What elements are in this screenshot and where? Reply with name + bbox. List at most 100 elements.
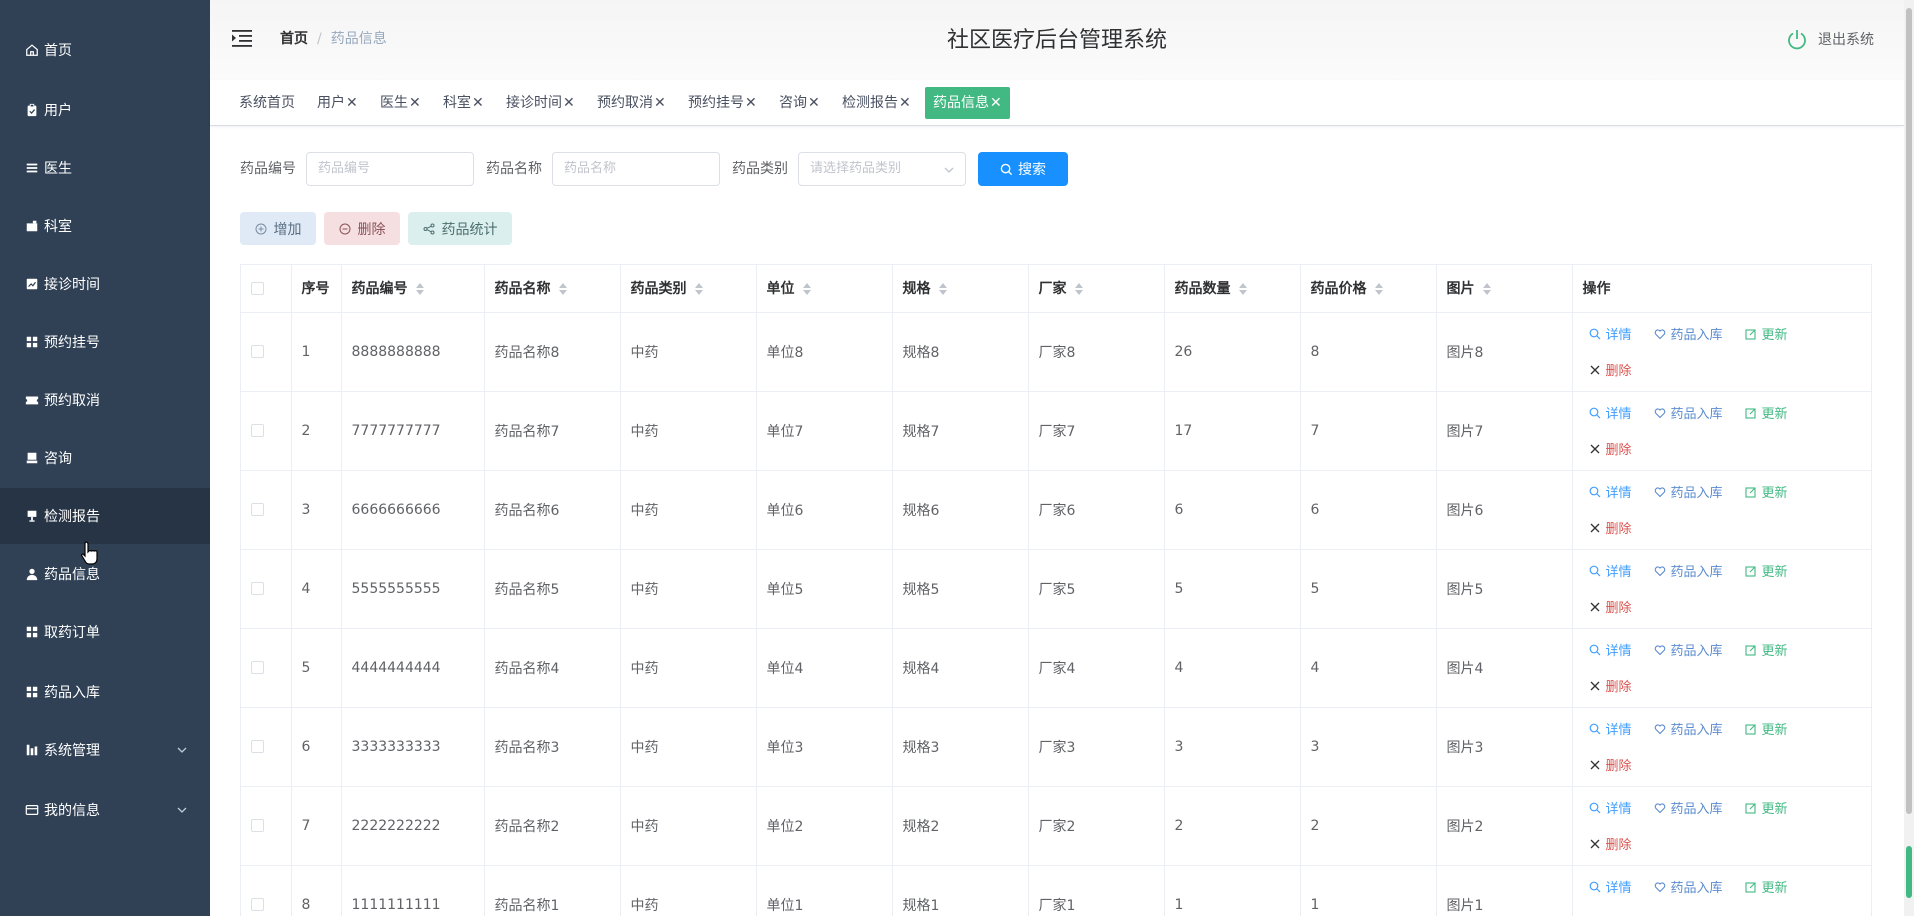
delete-button[interactable]: 删除 (324, 212, 400, 245)
col-type[interactable]: 药品类别 (620, 265, 757, 313)
col-manufacturer[interactable]: 厂家 (1028, 265, 1165, 313)
tag-medicine-info[interactable]: 药品信息✕ (925, 87, 1010, 119)
tag-doctors[interactable]: 医生✕ (380, 87, 421, 119)
tag-appointments[interactable]: 预约挂号✕ (688, 87, 757, 119)
close-icon[interactable]: ✕ (990, 95, 1002, 111)
code-input[interactable]: 药品编号 (306, 152, 474, 186)
close-icon[interactable]: ✕ (654, 95, 666, 111)
row-checkbox[interactable] (251, 740, 264, 753)
row-delete-button[interactable]: 删除 (1589, 597, 1632, 616)
tag-departments[interactable]: 科室✕ (443, 87, 484, 119)
row-delete-button[interactable]: 删除 (1589, 676, 1632, 695)
scrollbar-thumb[interactable] (1906, 8, 1912, 814)
col-image[interactable]: 图片 (1436, 265, 1573, 313)
update-button[interactable]: 更新 (1744, 640, 1788, 659)
stock-in-button[interactable]: 药品入库 (1654, 877, 1723, 896)
row-delete-button[interactable]: 删除 (1589, 439, 1632, 458)
sidebar-item-stock-in[interactable]: 药品入库 (0, 664, 210, 720)
detail-button[interactable]: 详情 (1589, 798, 1632, 817)
detail-button[interactable]: 详情 (1589, 719, 1632, 738)
tag-reports[interactable]: 检测报告✕ (842, 87, 911, 119)
sidebar-item-doctors[interactable]: 医生 (0, 140, 210, 196)
sidebar-item-reports[interactable]: 检测报告 (0, 488, 210, 544)
update-button[interactable]: 更新 (1744, 561, 1788, 580)
sidebar-item-home[interactable]: 首页 (0, 22, 210, 78)
detail-button[interactable]: 详情 (1589, 640, 1632, 659)
detail-button[interactable]: 详情 (1589, 403, 1632, 422)
stock-in-button[interactable]: 药品入库 (1654, 561, 1723, 580)
page-scrollbar[interactable] (1904, 0, 1914, 916)
row-delete-button[interactable]: 删除 (1589, 834, 1632, 853)
sort-icon[interactable] (938, 283, 947, 296)
sort-icon[interactable] (415, 283, 424, 296)
row-delete-button[interactable]: 删除 (1589, 360, 1632, 379)
col-spec[interactable]: 规格 (892, 265, 1029, 313)
close-icon[interactable]: ✕ (472, 95, 484, 111)
update-button[interactable]: 更新 (1744, 877, 1788, 896)
detail-button[interactable]: 详情 (1589, 561, 1632, 580)
close-icon[interactable]: ✕ (409, 95, 421, 111)
col-name[interactable]: 药品名称 (484, 265, 621, 313)
update-button[interactable]: 更新 (1744, 324, 1788, 343)
search-button[interactable]: 搜索 (978, 152, 1068, 186)
sidebar-item-profile[interactable]: 我的信息 (0, 782, 210, 838)
sort-icon[interactable] (1074, 283, 1083, 296)
col-quantity[interactable]: 药品数量 (1164, 265, 1301, 313)
stock-in-button[interactable]: 药品入库 (1654, 324, 1723, 343)
sort-icon[interactable] (802, 283, 811, 296)
sidebar-item-consult[interactable]: 咨询 (0, 430, 210, 486)
stock-in-button[interactable]: 药品入库 (1654, 403, 1723, 422)
sort-icon[interactable] (1482, 283, 1491, 296)
tag-schedule[interactable]: 接诊时间✕ (506, 87, 575, 119)
stock-in-button[interactable]: 药品入库 (1654, 482, 1723, 501)
row-checkbox[interactable] (251, 424, 264, 437)
stock-in-button[interactable]: 药品入库 (1654, 719, 1723, 738)
sidebar-item-system[interactable]: 系统管理 (0, 722, 210, 778)
close-icon[interactable]: ✕ (563, 95, 575, 111)
close-icon[interactable]: ✕ (808, 95, 820, 111)
tag-users[interactable]: 用户✕ (317, 87, 358, 119)
update-button[interactable]: 更新 (1744, 719, 1788, 738)
tag-cancellations[interactable]: 预约取消✕ (597, 87, 666, 119)
sidebar-item-medicine-info[interactable]: 药品信息 (0, 546, 210, 602)
update-button[interactable]: 更新 (1744, 403, 1788, 422)
col-unit[interactable]: 单位 (756, 265, 893, 313)
row-checkbox[interactable] (251, 345, 264, 358)
update-button[interactable]: 更新 (1744, 798, 1788, 817)
sidebar-item-schedule[interactable]: 接诊时间 (0, 256, 210, 312)
sort-icon[interactable] (1374, 283, 1383, 296)
sidebar-item-appointments[interactable]: 预约挂号 (0, 314, 210, 370)
close-icon[interactable]: ✕ (745, 95, 757, 111)
sidebar-item-users[interactable]: 用户 (0, 82, 210, 138)
update-button[interactable]: 更新 (1744, 482, 1788, 501)
detail-button[interactable]: 详情 (1589, 324, 1632, 343)
add-button[interactable]: 增加 (240, 212, 316, 245)
sidebar-item-cancellations[interactable]: 预约取消 (0, 372, 210, 428)
sidebar-item-orders[interactable]: 取药订单 (0, 604, 210, 660)
col-code[interactable]: 药品编号 (341, 265, 485, 313)
detail-button[interactable]: 详情 (1589, 482, 1632, 501)
row-checkbox[interactable] (251, 898, 264, 911)
sort-icon[interactable] (694, 283, 703, 296)
sort-icon[interactable] (558, 283, 567, 296)
name-input[interactable]: 药品名称 (552, 152, 720, 186)
stats-button[interactable]: 药品统计 (408, 212, 512, 245)
detail-button[interactable]: 详情 (1589, 877, 1632, 896)
stock-in-button[interactable]: 药品入库 (1654, 798, 1723, 817)
tag-consult[interactable]: 咨询✕ (779, 87, 820, 119)
close-icon[interactable]: ✕ (346, 95, 358, 111)
row-delete-button[interactable]: 删除 (1589, 755, 1632, 774)
scrollbar-thumb-secondary[interactable] (1906, 846, 1912, 898)
logout-button[interactable]: 退出系统 (1786, 28, 1874, 50)
row-delete-button[interactable]: 删除 (1589, 518, 1632, 537)
row-checkbox[interactable] (251, 819, 264, 832)
row-checkbox[interactable] (251, 503, 264, 516)
row-checkbox[interactable] (251, 582, 264, 595)
stock-in-button[interactable]: 药品入库 (1654, 640, 1723, 659)
select-all-checkbox[interactable] (251, 281, 264, 295)
col-price[interactable]: 药品价格 (1300, 265, 1437, 313)
close-icon[interactable]: ✕ (899, 95, 911, 111)
type-select[interactable]: 请选择药品类别 (798, 152, 966, 186)
tag-home[interactable]: 系统首页 (239, 87, 295, 119)
sidebar-item-departments[interactable]: 科室 (0, 198, 210, 254)
